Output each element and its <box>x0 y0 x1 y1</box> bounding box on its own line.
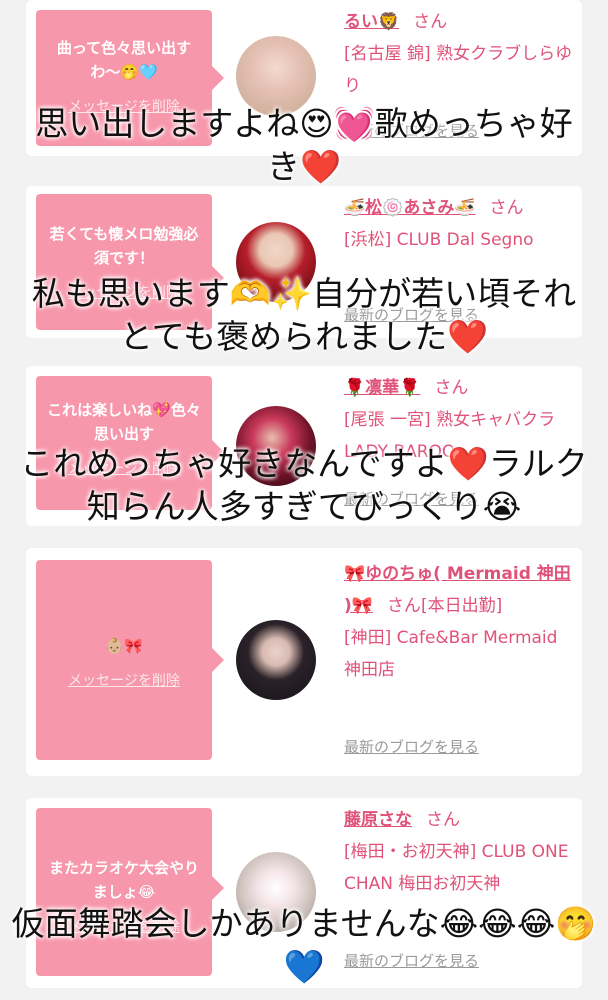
shop-info[interactable]: [神田] Cafe&Bar Mermaid 神田店 <box>344 622 576 686</box>
message-bubble: 👶🏼🎀 メッセージを削除 <box>36 560 224 760</box>
delete-message-link[interactable]: メッセージを削除 <box>44 670 204 690</box>
shop-info[interactable]: [梅田・お初天神] CLUB ONE CHAN 梅田お初天神 <box>344 836 576 900</box>
cast-info: 🎀ゆのちゅ( Mermaid 神田 )🎀 さん[本日出勤] [神田] Cafe&B… <box>344 558 576 686</box>
honorific: さん <box>434 378 469 398</box>
cast-name-link[interactable]: 🌹凛華🌹 <box>344 378 420 398</box>
shift-status: [本日出勤] <box>420 596 503 616</box>
honorific: さん <box>386 596 421 616</box>
shop-info[interactable]: [名古屋 錦] 熟女クラブしらゆり <box>344 38 576 102</box>
message-text: これは楽しいね💖色々思い出す <box>47 401 201 443</box>
message-text: またカラオケ大会やりましょ😂 <box>48 859 199 901</box>
avatar[interactable] <box>236 620 316 700</box>
cast-info: るい🦁 さん [名古屋 錦] 熟女クラブしらゆり <box>344 6 576 102</box>
message-text: 曲って色々思い出すわ〜🤭🩵 <box>56 39 192 81</box>
overlay-caption: 仮面舞踏会しかありませんな😂😂😂🤭💙 <box>11 904 597 986</box>
message-text: 👶🏼🎀 <box>105 637 143 655</box>
latest-blog-link[interactable]: 最新のブログを見る <box>344 736 479 757</box>
message-card: 👶🏼🎀 メッセージを削除 🎀ゆのちゅ( Mermaid 神田 )🎀 さん[本日出勤… <box>26 548 582 776</box>
overlay-caption: これめっちゃ好きなんですよ❤️ラルク知らん人多すぎてびっくり😭 <box>20 444 588 526</box>
cast-name-link[interactable]: 🍜松🍥あさみ🍜 <box>344 198 476 218</box>
cast-name-link[interactable]: 藤原さな <box>344 810 412 830</box>
shop-info[interactable]: [浜松] CLUB Dal Segno <box>344 224 576 256</box>
message-text: 若くても懐メロ勉強必須です！ <box>49 225 199 267</box>
overlay-caption: 思い出しますよね😍💓歌めっちゃ好き❤️ <box>35 104 573 186</box>
cast-info: 🍜松🍥あさみ🍜 さん [浜松] CLUB Dal Segno <box>344 192 576 256</box>
cast-info: 藤原さな さん [梅田・お初天神] CLUB ONE CHAN 梅田お初天神 <box>344 804 576 900</box>
overlay-caption: 私も思います🫶✨自分が若い頃それとても褒められました❤️ <box>31 274 577 356</box>
cast-name-link[interactable]: るい🦁 <box>344 12 399 32</box>
message-list-screen: 曲って色々思い出すわ〜🤭🩵 メッセージを削除 るい🦁 さん [名古屋 錦] 熟女ク… <box>0 0 608 1000</box>
honorific: さん <box>426 810 460 830</box>
honorific: さん <box>413 12 448 32</box>
honorific: さん <box>489 198 524 218</box>
